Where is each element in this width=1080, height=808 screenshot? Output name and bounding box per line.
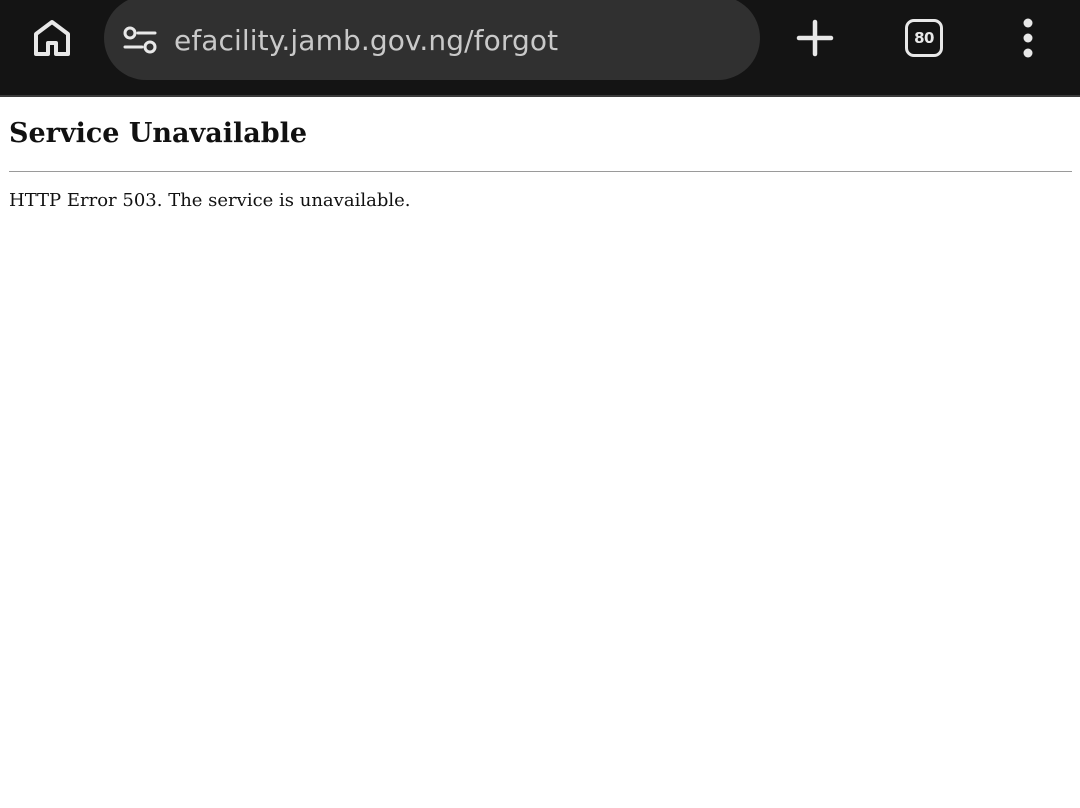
home-button[interactable] xyxy=(22,8,82,68)
address-bar[interactable]: efacility.jamb.gov.ng/forgot xyxy=(104,0,760,80)
page-title: Service Unavailable xyxy=(9,118,308,149)
site-settings-button[interactable] xyxy=(120,20,160,60)
tab-switcher-icon: 80 xyxy=(905,19,943,57)
divider xyxy=(9,171,1072,172)
url-text[interactable]: efacility.jamb.gov.ng/forgot xyxy=(174,24,558,57)
plus-icon xyxy=(796,19,834,57)
tune-icon xyxy=(123,26,157,54)
error-message: HTTP Error 503. The service is unavailab… xyxy=(9,190,411,211)
browser-toolbar: efacility.jamb.gov.ng/forgot 80 xyxy=(0,0,1080,97)
home-icon xyxy=(34,20,70,56)
new-tab-button[interactable] xyxy=(785,8,845,68)
page-content: Service Unavailable HTTP Error 503. The … xyxy=(9,99,1072,213)
more-vert-icon xyxy=(1023,18,1033,58)
menu-button[interactable] xyxy=(1000,8,1056,68)
tab-switcher-button[interactable]: 80 xyxy=(894,8,954,68)
tab-count: 80 xyxy=(914,29,934,47)
